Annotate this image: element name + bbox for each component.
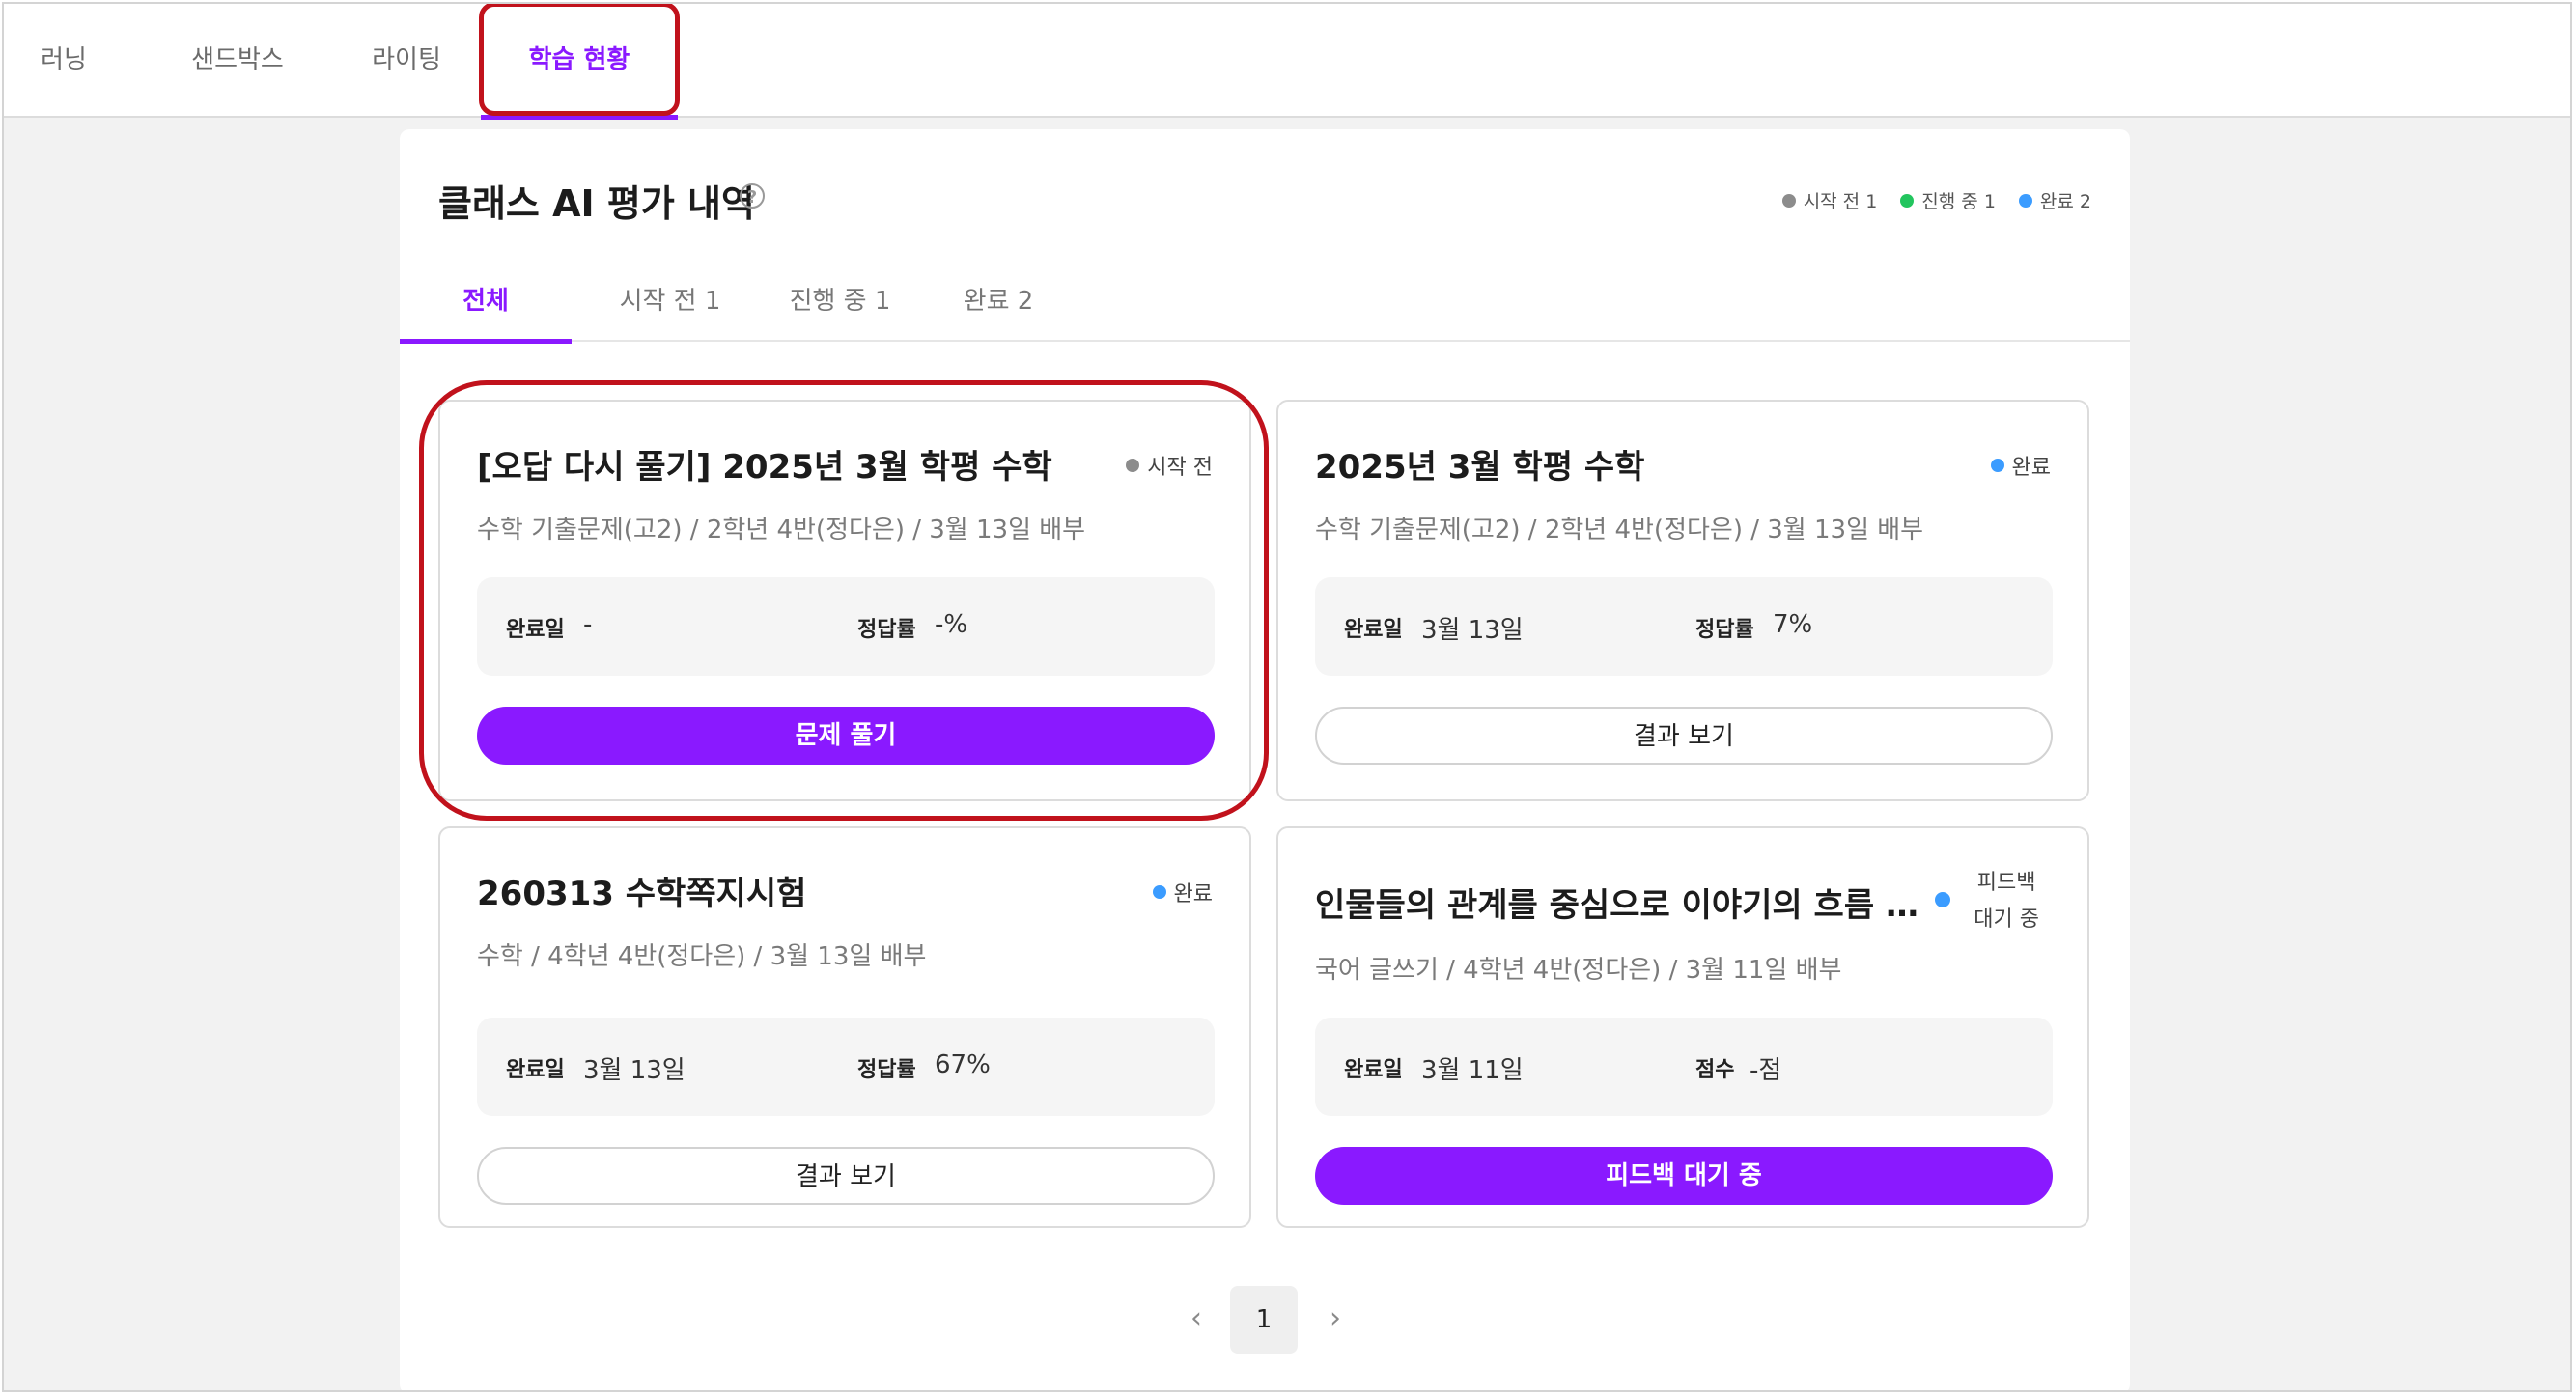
completion-date-value: - <box>583 610 593 639</box>
card-title: 인물들의 관계를 중심으로 이야기의 흐름 파악하기 <box>1315 886 1921 925</box>
legend-item-in-progress: 진행 중 1 <box>1900 187 1996 213</box>
tab-not-started[interactable]: 시작 전 1 <box>593 272 747 342</box>
assignment-card: 2025년 3월 학평 수학 완료 수학 기출문제(고2) / 2학년 4반(정… <box>1276 400 2089 801</box>
page-number-button[interactable]: 1 <box>1230 1286 1298 1354</box>
nav-tab-writing[interactable]: 라이팅 <box>355 4 458 118</box>
accuracy-value: 67% <box>935 1050 991 1079</box>
accuracy-value: -% <box>935 610 968 639</box>
filter-tabs: 전체 시작 전 1 진행 중 1 완료 2 <box>400 272 2130 344</box>
awaiting-feedback-button[interactable]: 피드백 대기 중 <box>1315 1147 2053 1205</box>
status-label: 완료 <box>1173 882 1213 907</box>
score-value: -점 <box>1750 1056 1782 1085</box>
card-title: [오답 다시 풀기] 2025년 3월 학평 수학 <box>477 448 1052 487</box>
top-navigation: 러닝 샌드박스 라이팅 학습 현황 <box>4 4 2570 120</box>
card-subtitle: 수학 기출문제(고2) / 2학년 4반(정다은) / 3월 13일 배부 <box>477 516 1086 544</box>
solve-problems-button[interactable]: 문제 풀기 <box>477 707 1215 765</box>
card-info-box: 완료일 3월 11일 점수 -점 <box>1315 1018 2053 1116</box>
accuracy-value: 7% <box>1773 610 1813 639</box>
card-info-box: 완료일 - 정답률 -% <box>477 577 1215 676</box>
accuracy-label: 정답률 <box>857 618 916 642</box>
card-subtitle: 수학 / 4학년 4반(정다은) / 3월 13일 배부 <box>477 942 927 971</box>
blue-dot-icon <box>1152 885 1166 899</box>
card-subtitle: 국어 글쓰기 / 4학년 4반(정다은) / 3월 11일 배부 <box>1315 956 1842 985</box>
page-title: 클래스 AI 평가 내역 <box>438 182 755 225</box>
view-results-button[interactable]: 결과 보기 <box>477 1147 1215 1205</box>
pagination: ‹ 1 › <box>400 1286 2130 1355</box>
completion-date-value: 3월 11일 <box>1421 1056 1524 1085</box>
app-window: 러닝 샌드박스 라이팅 학습 현황 클래스 AI 평가 내역 ? 시작 전 1 … <box>2 2 2572 1392</box>
chevron-right-icon[interactable]: › <box>1321 1299 1350 1338</box>
chevron-left-icon[interactable]: ‹ <box>1182 1299 1211 1338</box>
legend-label: 진행 중 1 <box>1921 191 1996 212</box>
evaluation-panel: 클래스 AI 평가 내역 ? 시작 전 1 진행 중 1 완료 2 전체 시작 … <box>400 129 2130 1390</box>
blue-dot-icon <box>2018 193 2032 208</box>
help-icon[interactable]: ? <box>740 183 765 209</box>
completion-date-label: 완료일 <box>506 618 565 642</box>
gray-dot-icon <box>1781 193 1796 208</box>
card-info-box: 완료일 3월 13일 정답률 67% <box>477 1018 1215 1116</box>
completion-date-value: 3월 13일 <box>1421 616 1524 645</box>
legend-label: 완료 2 <box>2039 191 2091 212</box>
nav-tab-sandbox[interactable]: 샌드박스 <box>178 4 297 118</box>
legend-label: 시작 전 1 <box>1803 191 1878 212</box>
status-legend: 시작 전 1 진행 중 1 완료 2 <box>1781 187 2091 213</box>
blue-dot-icon <box>1935 892 1950 907</box>
status-badge: 시작 전 <box>1126 450 1213 481</box>
legend-item-not-started: 시작 전 1 <box>1781 187 1878 213</box>
nav-tab-learning[interactable]: 러닝 <box>25 4 102 118</box>
card-info-box: 완료일 3월 13일 정답률 7% <box>1315 577 2053 676</box>
completion-date-label: 완료일 <box>506 1058 565 1082</box>
card-subtitle: 수학 기출문제(고2) / 2학년 4반(정다은) / 3월 13일 배부 <box>1315 516 1924 544</box>
green-dot-icon <box>1900 193 1915 208</box>
accuracy-label: 정답률 <box>857 1058 916 1082</box>
blue-dot-icon <box>1990 459 2004 472</box>
card-title: 260313 수학쪽지시험 <box>477 875 807 913</box>
status-label-line1: 피드백 <box>1976 871 2036 895</box>
tab-completed[interactable]: 완료 2 <box>940 272 1056 342</box>
completion-date-value: 3월 13일 <box>583 1056 686 1085</box>
assignment-card: 인물들의 관계를 중심으로 이야기의 흐름 파악하기 피드백 대기 중 국어 글… <box>1276 826 2089 1228</box>
completion-date-label: 완료일 <box>1344 1058 1403 1082</box>
nav-tab-learning-status[interactable]: 학습 현황 <box>481 4 678 120</box>
status-badge: 피드백 대기 중 <box>1974 865 2039 938</box>
status-badge: 완료 <box>1152 877 1213 907</box>
status-badge: 완료 <box>1990 450 2051 481</box>
completion-date-label: 완료일 <box>1344 618 1403 642</box>
status-label: 완료 <box>2011 456 2051 480</box>
legend-item-completed: 완료 2 <box>2018 187 2091 213</box>
tab-in-progress[interactable]: 진행 중 1 <box>763 272 917 342</box>
assignment-card: [오답 다시 풀기] 2025년 3월 학평 수학 시작 전 수학 기출문제(고… <box>438 400 1251 801</box>
accuracy-label: 정답률 <box>1695 618 1754 642</box>
assignment-card: 260313 수학쪽지시험 완료 수학 / 4학년 4반(정다은) / 3월 1… <box>438 826 1251 1228</box>
view-results-button[interactable]: 결과 보기 <box>1315 707 2053 765</box>
score-label: 점수 <box>1695 1058 1735 1082</box>
tab-all[interactable]: 전체 <box>400 272 572 344</box>
gray-dot-icon <box>1126 459 1140 472</box>
status-label-line2: 대기 중 <box>1974 907 2039 932</box>
card-title: 2025년 3월 학평 수학 <box>1315 448 1645 487</box>
status-label: 시작 전 <box>1147 456 1213 480</box>
